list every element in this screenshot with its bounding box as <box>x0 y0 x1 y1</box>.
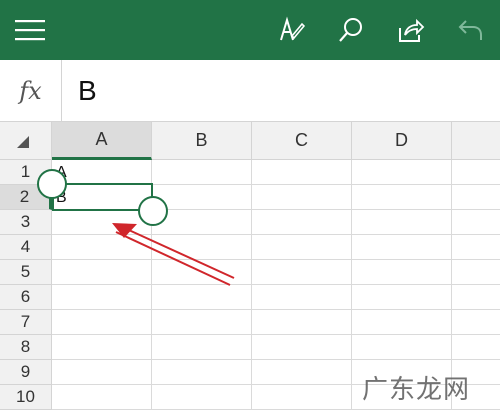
cell-c10[interactable] <box>252 385 352 410</box>
cell-c6[interactable] <box>252 285 352 310</box>
cell-d1[interactable] <box>352 160 452 185</box>
cell-a10[interactable] <box>52 385 152 410</box>
toolbar <box>0 0 500 60</box>
row-header-10[interactable]: 10 <box>0 385 52 410</box>
cell-a2[interactable]: B <box>52 185 152 210</box>
formula-input[interactable]: B <box>78 60 97 121</box>
selection-handle-top-left[interactable] <box>37 169 67 199</box>
cell-b4[interactable] <box>152 235 252 260</box>
cell-c5[interactable] <box>252 260 352 285</box>
search-icon <box>339 18 362 42</box>
cell-e6[interactable] <box>452 285 500 310</box>
cell-e7[interactable] <box>452 310 500 335</box>
menu-icon <box>15 20 45 41</box>
cell-d8[interactable] <box>352 335 452 360</box>
cell-e5[interactable] <box>452 260 500 285</box>
selection-handle-bottom-right[interactable] <box>138 196 168 226</box>
row-header-9[interactable]: 9 <box>0 360 52 385</box>
select-all-icon <box>17 136 29 148</box>
cell-e8[interactable] <box>452 335 500 360</box>
cell-a4[interactable] <box>52 235 152 260</box>
column-header-b[interactable]: B <box>152 122 252 160</box>
fx-label[interactable]: fx <box>0 60 62 121</box>
share-icon <box>399 18 425 42</box>
share-button[interactable] <box>386 0 436 60</box>
cell-b9[interactable] <box>152 360 252 385</box>
row-header-6[interactable]: 6 <box>0 285 52 310</box>
cell-c7[interactable] <box>252 310 352 335</box>
cell-c2[interactable] <box>252 185 352 210</box>
column-header-c[interactable]: C <box>252 122 352 160</box>
spreadsheet-grid: A B C D 1 2 3 4 5 6 7 8 9 10 AB 广东龙网 <box>0 122 500 416</box>
cell-d6[interactable] <box>352 285 452 310</box>
undo-icon <box>458 20 482 40</box>
cell-a3[interactable] <box>52 210 152 235</box>
cell-b1[interactable] <box>152 160 252 185</box>
cell-b6[interactable] <box>152 285 252 310</box>
watermark: 广东龙网 <box>361 375 470 405</box>
cell-c4[interactable] <box>252 235 352 260</box>
cell-b10[interactable] <box>152 385 252 410</box>
formula-bar: fx B <box>0 60 500 122</box>
column-header-e[interactable] <box>452 122 500 160</box>
cell-d2[interactable] <box>352 185 452 210</box>
cell-e2[interactable] <box>452 185 500 210</box>
cell-a6[interactable] <box>52 285 152 310</box>
row-header-7[interactable]: 7 <box>0 310 52 335</box>
menu-button[interactable] <box>5 0 55 60</box>
cell-a9[interactable] <box>52 360 152 385</box>
undo-button[interactable] <box>446 0 496 60</box>
cell-c3[interactable] <box>252 210 352 235</box>
draw-button[interactable] <box>266 0 316 60</box>
column-header-a[interactable]: A <box>52 122 152 160</box>
cell-d4[interactable] <box>352 235 452 260</box>
cell-c9[interactable] <box>252 360 352 385</box>
cell-e1[interactable] <box>452 160 500 185</box>
search-button[interactable] <box>326 0 376 60</box>
row-header-8[interactable]: 8 <box>0 335 52 360</box>
cell-d7[interactable] <box>352 310 452 335</box>
cell-d5[interactable] <box>352 260 452 285</box>
cell-b7[interactable] <box>152 310 252 335</box>
cell-a1[interactable]: A <box>52 160 152 185</box>
row-header-4[interactable]: 4 <box>0 235 52 260</box>
cell-e3[interactable] <box>452 210 500 235</box>
row-header-3[interactable]: 3 <box>0 210 52 235</box>
row-header-5[interactable]: 5 <box>0 260 52 285</box>
pen-icon <box>280 16 305 41</box>
cell-c1[interactable] <box>252 160 352 185</box>
cell-c8[interactable] <box>252 335 352 360</box>
cell-d3[interactable] <box>352 210 452 235</box>
cell-b8[interactable] <box>152 335 252 360</box>
select-all-corner[interactable] <box>0 122 52 160</box>
cell-a8[interactable] <box>52 335 152 360</box>
cell-a5[interactable] <box>52 260 152 285</box>
cell-b5[interactable] <box>152 260 252 285</box>
column-header-d[interactable]: D <box>352 122 452 160</box>
cell-a7[interactable] <box>52 310 152 335</box>
cell-e4[interactable] <box>452 235 500 260</box>
